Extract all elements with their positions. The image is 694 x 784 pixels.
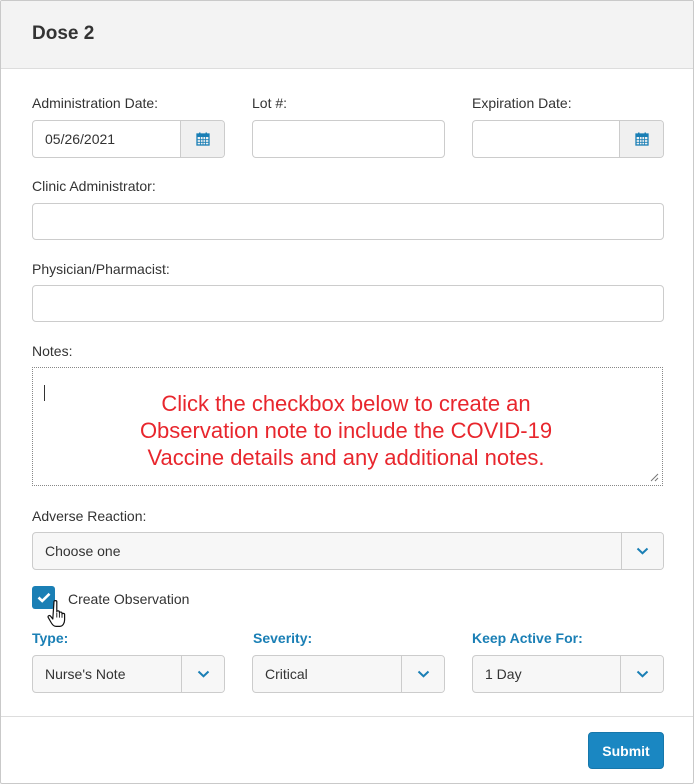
keep-active-label: Keep Active For: [472, 630, 583, 646]
severity-value: Critical [265, 666, 308, 682]
hand-pointer-icon [47, 600, 66, 627]
calendar-icon [634, 132, 649, 146]
expiration-date-calendar-button[interactable] [619, 121, 663, 157]
administration-date-calendar-button[interactable] [180, 121, 224, 157]
administration-date-label: Administration Date: [32, 95, 159, 111]
keep-active-value: 1 Day [485, 666, 522, 682]
panel-header: Dose 2 [1, 1, 693, 69]
keep-active-dropdown-button[interactable] [620, 656, 663, 692]
type-label: Type: [32, 630, 69, 646]
dose-panel: Dose 2 Administration Date: 05/26/2021 L… [0, 0, 694, 784]
severity-dropdown-button[interactable] [401, 656, 444, 692]
lot-label: Lot #: [252, 95, 288, 111]
create-observation-label[interactable]: Create Observation [68, 591, 189, 607]
instruction-annotation: Click the checkbox below to create an Ob… [61, 390, 631, 471]
chevron-down-icon [197, 670, 209, 678]
resize-handle-icon[interactable] [650, 473, 659, 482]
adverse-reaction-value: Choose one [45, 543, 121, 559]
footer-divider [1, 716, 693, 717]
severity-label: Severity: [253, 630, 313, 646]
physician-pharmacist-input[interactable] [32, 285, 664, 322]
adverse-reaction-select[interactable]: Choose one [32, 532, 664, 570]
annotation-line: Vaccine details and any additional notes… [147, 445, 545, 470]
keep-active-select[interactable]: 1 Day [472, 655, 664, 693]
text-caret [44, 385, 45, 401]
type-select[interactable]: Nurse's Note [32, 655, 225, 693]
administration-date-value: 05/26/2021 [45, 131, 116, 147]
severity-select[interactable]: Critical [252, 655, 445, 693]
physician-pharmacist-label: Physician/Pharmacist: [32, 261, 170, 277]
annotation-line: Click the checkbox below to create an [161, 391, 531, 416]
expiration-date-field[interactable] [472, 120, 664, 158]
type-dropdown-button[interactable] [181, 656, 224, 692]
chevron-down-icon [636, 670, 648, 678]
chevron-down-icon [417, 670, 429, 678]
annotation-line: Observation note to include the COVID-19 [139, 418, 553, 443]
adverse-reaction-dropdown-button[interactable] [621, 533, 663, 569]
administration-date-field[interactable]: 05/26/2021 [32, 120, 225, 158]
notes-label: Notes: [32, 343, 73, 359]
lot-input[interactable] [252, 120, 445, 158]
chevron-down-icon [636, 547, 649, 555]
clinic-administrator-input[interactable] [32, 203, 664, 240]
adverse-reaction-label: Adverse Reaction: [32, 508, 147, 524]
type-value: Nurse's Note [45, 666, 126, 682]
submit-button[interactable]: Submit [588, 732, 664, 769]
panel-title: Dose 2 [32, 23, 95, 44]
clinic-administrator-label: Clinic Administrator: [32, 178, 156, 194]
calendar-icon [195, 132, 210, 146]
expiration-date-label: Expiration Date: [472, 95, 572, 111]
